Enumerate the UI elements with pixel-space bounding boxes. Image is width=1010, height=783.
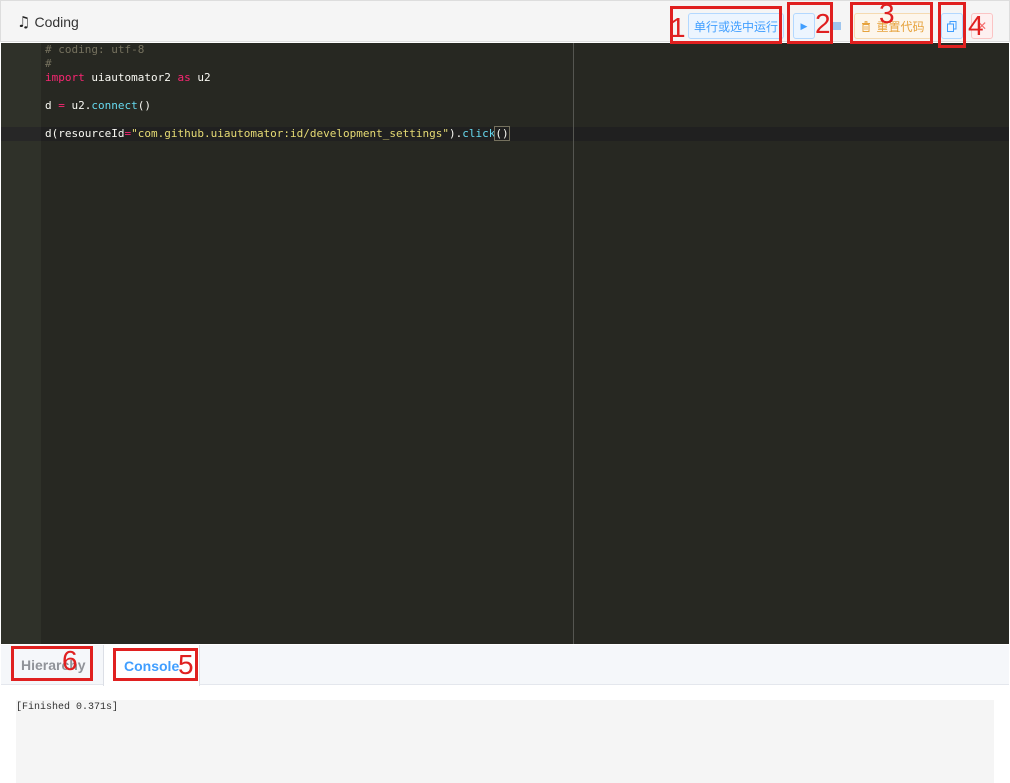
app-root: ♫ Coding 单行或选中运行 ▶ 重置代码 ✕ # coding: utf-… [0,0,1010,783]
code-token: # coding: utf-8 [45,43,145,56]
console-output-text: [Finished 0.371s] [16,702,119,713]
code-token: () [137,99,151,112]
code-line: d(resourceId="com.github.uiautomator:id/… [45,126,510,141]
code-token: u2 [190,71,211,84]
annotation-box-6 [11,646,93,681]
annotation-number-4: 4 [968,10,984,41]
panel-title: ♫ Coding [17,13,79,31]
code-token: "com.github.uiautomator:id/development_s… [131,127,449,140]
console-output: [Finished 0.371s] [16,700,994,783]
code-editor[interactable]: 1234567 # coding: utf-8#import uiautomat… [1,43,1009,644]
code-token: import [45,71,85,84]
code-token: = [58,99,65,112]
code-line: import uiautomator2 as u2 [45,71,211,85]
line-numbers: 1234567 [1,43,1009,169]
print-margin [573,43,574,644]
stop-icon[interactable] [833,22,841,30]
code-token: uiautomator2 [84,71,178,84]
code-line: d = u2.connect() [45,99,151,113]
annotation-box-1 [670,6,782,44]
code-token: click [462,127,496,140]
code-token: d [45,99,59,112]
code-token: # [45,57,52,70]
annotation-number-3: 3 [879,0,895,29]
code-token: u2. [64,99,92,112]
annotation-number-1: 1 [670,12,686,43]
annotation-number-6: 6 [62,645,78,676]
code-token: () [494,126,510,141]
annotation-box-4 [938,2,966,48]
code-line: # [45,57,52,71]
code-token: d(resourceId [45,127,125,140]
code-token: as [177,71,191,84]
active-gutter-highlight [1,127,41,141]
annotation-number-2: 2 [815,8,831,39]
panel-title-text: Coding [34,14,79,30]
text-cursor [508,128,510,140]
code-token: connect [91,99,138,112]
music-note-icon: ♫ [17,13,31,31]
annotation-number-5: 5 [178,649,194,680]
code-token: ). [449,127,463,140]
code-line: # coding: utf-8 [45,43,144,57]
